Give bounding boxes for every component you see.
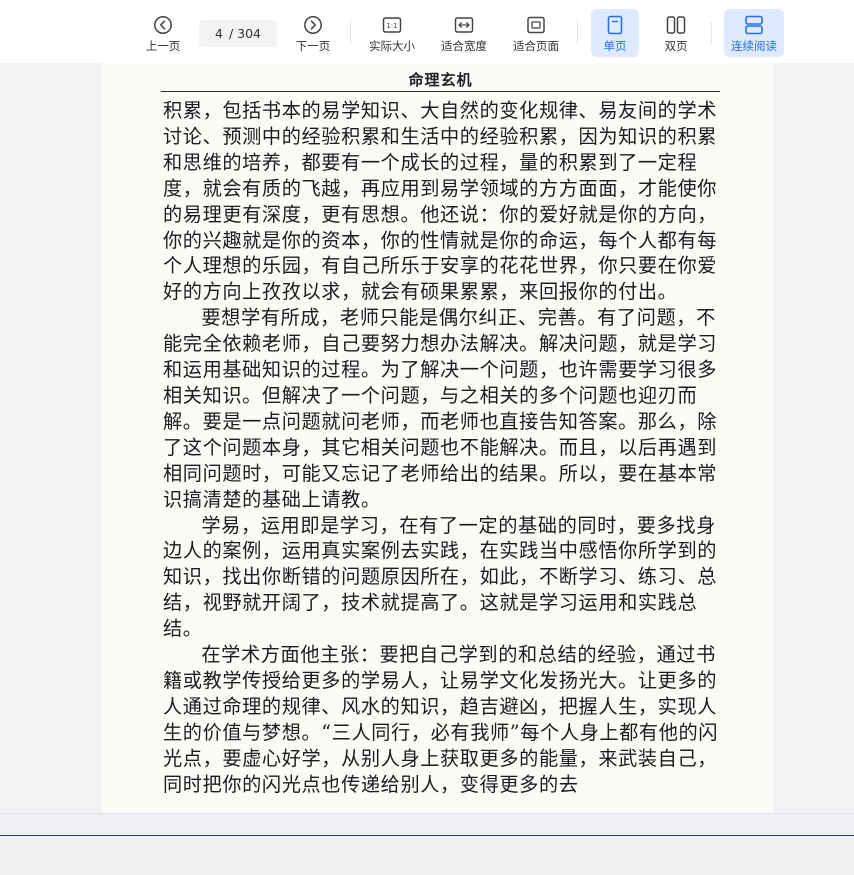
actual-size-label: 实际大小 (369, 39, 415, 53)
continuous-reading-button[interactable]: 连续阅读 (724, 9, 784, 57)
fit-page-button[interactable]: 适合页面 (509, 9, 563, 57)
chevron-left-circle-icon (152, 14, 174, 36)
header-rule (161, 91, 720, 92)
actual-size-button[interactable]: 1:1 实际大小 (365, 9, 419, 57)
fit-page-label: 适合页面 (513, 39, 559, 53)
single-page-label: 单页 (603, 39, 627, 53)
page-body: 积累，包括书本的易学知识、大自然的变化规律、易友间的学术讨论、预测中的经验积累和… (163, 98, 720, 797)
actual-size-icon-text: 1:1 (386, 22, 397, 30)
fit-width-label: 适合宽度 (441, 39, 487, 53)
toolbar-divider (350, 22, 351, 44)
paragraph: 在学术方面他主张：要把自己学到的和总结的经验，通过书籍或教学传授给更多的学易人，… (163, 643, 719, 796)
next-page-button[interactable]: 下一页 (291, 9, 335, 57)
current-page-input[interactable]: 4 (215, 26, 223, 41)
status-bar (0, 813, 854, 836)
toolbar-divider (711, 22, 712, 44)
window-bottom-area (0, 836, 854, 875)
paragraph: 学易，运用即是学习，在有了一定的基础的同时，要多找身边人的案例，运用真实案例去实… (163, 513, 718, 641)
toolbar: 上一页 4 / 304 下一页 1:1 实际大小 适合宽度 适合页面 单页 双页… (0, 0, 854, 63)
double-page-label: 双页 (664, 39, 688, 53)
fit-page-icon (525, 14, 547, 36)
paragraph: 积累，包括书本的易学知识、大自然的变化规律、易友间的学术讨论、预测中的经验积累和… (163, 99, 718, 304)
double-page-button[interactable]: 双页 (652, 9, 700, 57)
prev-page-button[interactable]: 上一页 (141, 9, 185, 57)
document-viewer[interactable]: 命理玄机 积累，包括书本的易学知识、大自然的变化规律、易友间的学术讨论、预测中的… (0, 63, 854, 813)
fit-width-icon (453, 14, 475, 36)
actual-size-icon: 1:1 (381, 14, 403, 36)
page-indicator[interactable]: 4 / 304 (199, 20, 277, 47)
chevron-right-circle-icon (302, 14, 324, 36)
document-page: 命理玄机 积累，包括书本的易学知识、大自然的变化规律、易友间的学术讨论、预测中的… (101, 63, 773, 813)
fit-width-button[interactable]: 适合宽度 (437, 9, 491, 57)
total-pages: / 304 (228, 26, 261, 41)
toolbar-divider (577, 22, 578, 44)
continuous-reading-label: 连续阅读 (731, 39, 777, 53)
continuous-reading-icon (743, 14, 765, 36)
prev-page-label: 上一页 (145, 39, 181, 53)
double-page-icon (665, 14, 687, 36)
paragraph: 要想学有所成，老师只能是偶尔纠正、完善。有了问题，不能完全依赖老师，自己要努力想… (163, 306, 718, 511)
running-head: 命理玄机 (408, 71, 473, 89)
next-page-label: 下一页 (295, 39, 331, 53)
single-page-button[interactable]: 单页 (591, 9, 639, 57)
single-page-icon (604, 14, 626, 36)
